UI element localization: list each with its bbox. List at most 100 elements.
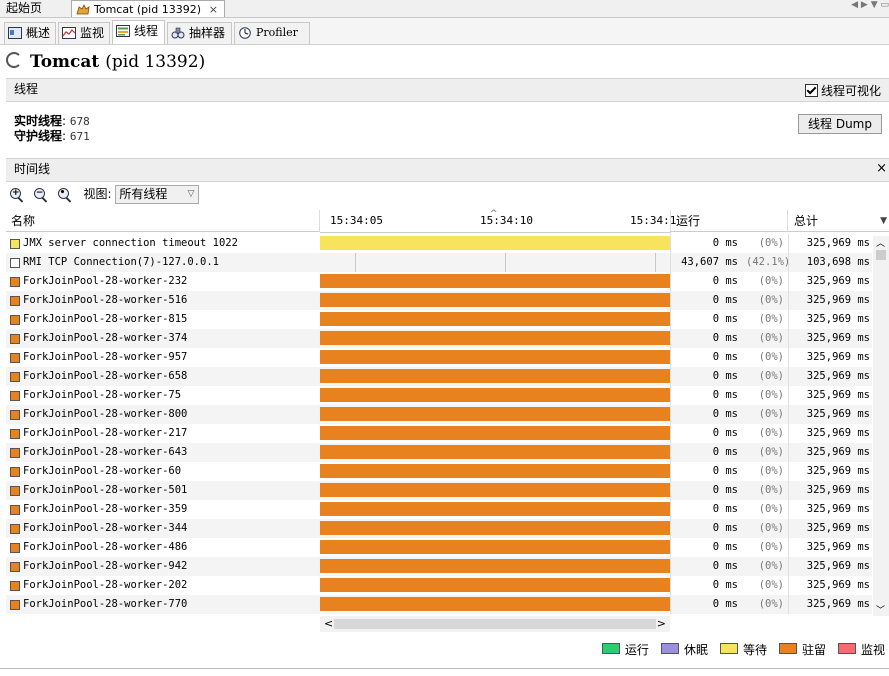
legend-label: 监视 (860, 643, 885, 657)
column-header-timeline[interactable]: 15:34:05 15:34:10 15:34:1 ^ (320, 209, 676, 233)
table-row[interactable]: ForkJoinPool-28-worker-232 0 ms (0%) 325,96… (6, 272, 872, 291)
column-divider (788, 272, 789, 291)
table-row[interactable]: ForkJoinPool-28-worker-359 0 ms (0%) 325,96… (6, 500, 872, 519)
thread-state-swatch (10, 581, 20, 591)
tab-start-page[interactable]: 起始页 (0, 0, 60, 17)
legend-item-monitor: 监视 (837, 642, 885, 658)
total-time: 325,969 ms (806, 560, 870, 572)
running-percent: (0%) (758, 275, 784, 287)
running-time: 0 ms (712, 579, 738, 591)
running-percent: (0%) (758, 351, 784, 363)
table-row[interactable]: RMI TCP Connection(7)-127.0.0.1 43,607 ms… (6, 253, 872, 272)
total-time: 325,969 ms (806, 351, 870, 363)
editor-tab-bar: 起始页 Tomcat (pid 13392) × ◀ ▶ ▼ ▭ (0, 0, 889, 18)
chevron-right-icon[interactable]: ▶ (861, 0, 868, 10)
total-time: 325,969 ms (806, 275, 870, 287)
scroll-up-icon[interactable]: ︿ (876, 236, 885, 249)
visualize-threads-checkbox[interactable]: 线程可视化 (804, 81, 881, 101)
table-row[interactable]: JMX server connection timeout 1022 0 ms (0… (6, 234, 872, 253)
chevron-down-icon[interactable]: ▼ (871, 0, 878, 10)
table-row[interactable]: ForkJoinPool-28-worker-202 0 ms (0%) 325,96… (6, 576, 872, 595)
tab-sampler[interactable]: 抽样器 (167, 22, 232, 44)
running-time: 0 ms (712, 408, 738, 420)
tab-profiler[interactable]: Profiler (234, 22, 310, 44)
tab-monitor[interactable]: 监视 (58, 22, 110, 44)
running-percent: (0%) (758, 446, 784, 458)
legend-item-park: 驻留 (778, 642, 826, 658)
tab-label: 概述 (26, 26, 51, 40)
table-row[interactable]: ForkJoinPool-28-worker-516 0 ms (0%) 325,96… (6, 291, 872, 310)
thread-state-swatch (10, 410, 20, 420)
scroll-right-icon[interactable]: > (657, 617, 666, 630)
vertical-scrollbar[interactable]: ︿ ﹀ (873, 236, 889, 616)
table-row[interactable]: ForkJoinPool-28-worker-374 0 ms (0%) 325,96… (6, 329, 872, 348)
thread-state-swatch (10, 505, 20, 515)
thread-name: RMI TCP Connection(7)-127.0.0.1 (23, 256, 219, 268)
tab-label: 线程 (134, 24, 159, 38)
column-header-running[interactable]: 运行 (670, 210, 788, 232)
table-row[interactable]: ForkJoinPool-28-worker-815 0 ms (0%) 325,96… (6, 310, 872, 329)
table-row[interactable]: ForkJoinPool-28-worker-486 0 ms (0%) 325,96… (6, 538, 872, 557)
column-divider (788, 519, 789, 538)
restore-window-icon[interactable]: ▭ (880, 0, 889, 10)
scrollbar-thumb[interactable] (334, 619, 656, 629)
close-timeline-icon[interactable]: × (876, 159, 887, 179)
table-row[interactable]: ForkJoinPool-28-worker-217 0 ms (0%) 325,96… (6, 424, 872, 443)
zoom-out-icon[interactable]: − (32, 186, 50, 204)
table-row[interactable]: ForkJoinPool-28-worker-501 0 ms (0%) 325,96… (6, 481, 872, 500)
legend-label: 运行 (624, 643, 649, 657)
column-header-total[interactable]: 总计 ▼ (788, 210, 889, 232)
table-row[interactable]: ForkJoinPool-28-worker-643 0 ms (0%) 325,96… (6, 443, 872, 462)
scrollbar-thumb[interactable] (876, 250, 886, 260)
running-percent: (0%) (758, 408, 784, 420)
tab-tomcat[interactable]: Tomcat (pid 13392) × (71, 0, 225, 17)
table-row[interactable]: ForkJoinPool-28-worker-957 0 ms (0%) 325,96… (6, 348, 872, 367)
legend-swatch (601, 643, 620, 654)
zoom-in-icon[interactable]: + (8, 186, 26, 204)
thread-state-bar (320, 388, 670, 402)
tab-overview[interactable]: 概述 (4, 22, 56, 44)
column-divider (788, 310, 789, 329)
page-title: Tomcat (pid 13392) (6, 50, 205, 74)
table-row[interactable]: ForkJoinPool-28-worker-800 0 ms (0%) 325,96… (6, 405, 872, 424)
table-row[interactable]: ForkJoinPool-28-worker-60 0 ms (0%) 325,969… (6, 462, 872, 481)
table-row[interactable]: ForkJoinPool-28-worker-75 0 ms (0%) 325,969… (6, 386, 872, 405)
thread-state-swatch (10, 467, 20, 477)
scroll-down-icon[interactable]: ﹀ (876, 603, 885, 616)
threads-section-header: 线程 线程可视化 (6, 78, 889, 102)
running-time: 0 ms (712, 237, 738, 249)
thread-state-bar (320, 407, 670, 421)
sort-menu-icon[interactable]: ▼ (880, 210, 887, 232)
thread-dump-button[interactable]: 线程 Dump (798, 114, 882, 134)
total-time: 325,969 ms (806, 484, 870, 496)
thread-name: JMX server connection timeout 1022 (23, 237, 238, 249)
thread-name: ForkJoinPool-28-worker-232 (23, 275, 188, 287)
zoom-fit-icon[interactable]: • (56, 186, 74, 204)
horizontal-scrollbar[interactable]: < > (320, 616, 670, 632)
thread-name: ForkJoinPool-28-worker-815 (23, 313, 188, 325)
chevron-left-icon[interactable]: ◀ (851, 0, 858, 10)
table-row[interactable]: ForkJoinPool-28-worker-658 0 ms (0%) 325,96… (6, 367, 872, 386)
table-row[interactable]: ForkJoinPool-28-worker-344 0 ms (0%) 325,96… (6, 519, 872, 538)
thread-state-bar (320, 445, 670, 459)
thread-name: ForkJoinPool-28-worker-501 (23, 484, 188, 496)
checkbox-checked-icon[interactable] (804, 84, 818, 97)
view-select[interactable]: 所有线程 ▽ (115, 185, 200, 204)
thread-state-swatch (10, 334, 20, 344)
thread-name: ForkJoinPool-28-worker-957 (23, 351, 188, 363)
tab-label: 起始页 (6, 1, 43, 15)
running-percent: (0%) (758, 332, 784, 344)
close-tab-icon[interactable]: × (209, 1, 218, 18)
thread-state-swatch (10, 296, 20, 306)
running-percent: (0%) (758, 389, 784, 401)
table-row[interactable]: ForkJoinPool-28-worker-770 0 ms (0%) 325,96… (6, 595, 872, 614)
app-pid: (pid 13392) (105, 52, 206, 72)
table-row[interactable]: ForkJoinPool-28-worker-942 0 ms (0%) 325,96… (6, 557, 872, 576)
tab-threads[interactable]: 线程 (112, 20, 165, 44)
running-percent: (0%) (758, 465, 784, 477)
running-percent: (0%) (758, 598, 784, 610)
running-time: 0 ms (712, 370, 738, 382)
scroll-left-icon[interactable]: < (324, 617, 333, 630)
tab-nav-arrows[interactable]: ◀ ▶ ▼ ▭ (851, 0, 889, 17)
column-header-name[interactable]: 名称 (6, 210, 320, 232)
